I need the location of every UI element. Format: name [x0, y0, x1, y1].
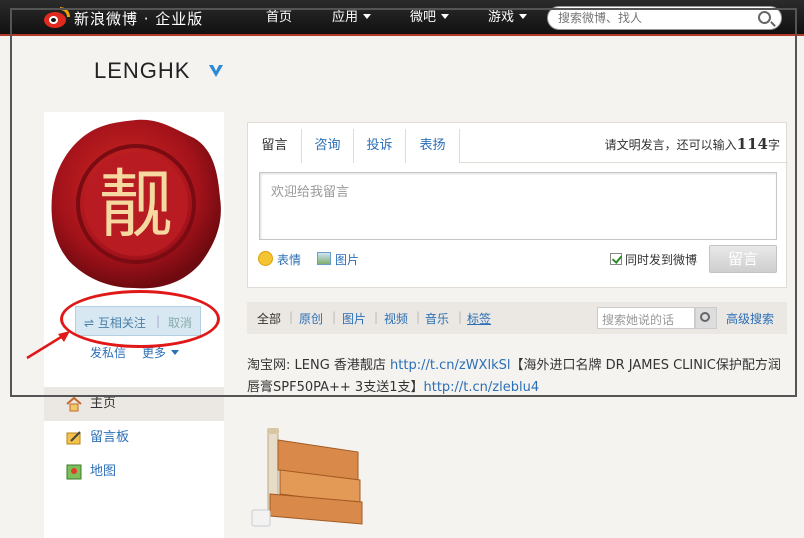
post-text: 淘宝网: LENG 香港靓店	[247, 358, 391, 373]
chevron-down-icon	[519, 14, 528, 19]
unfollow-button[interactable]: 取消	[168, 314, 192, 331]
chevron-down-icon	[363, 14, 372, 19]
feed-search-button[interactable]	[695, 307, 717, 329]
sidebar-item-label: 主页	[90, 396, 117, 411]
divider: |	[416, 310, 421, 324]
nav-games-label: 游戏	[488, 10, 515, 25]
counter-prefix: 请文明发言，还可以输入	[604, 138, 737, 152]
mutual-follow-button[interactable]: ⇌ 互相关注	[84, 314, 146, 331]
avatar-char: 靓	[99, 162, 173, 248]
mutual-follow-label: 互相关注	[97, 316, 146, 330]
top-navigation-bar: 新浪微博 · 企业版 首页 应用 微吧 游戏	[0, 0, 804, 36]
nav-apps[interactable]: 应用	[332, 0, 372, 36]
char-counter: 请文明发言，还可以输入114字	[605, 135, 780, 153]
feed-search-placeholder: 搜索她说的话	[602, 313, 675, 327]
filter-original[interactable]: 原创	[299, 310, 323, 327]
nav-weiba-label: 微吧	[410, 10, 437, 25]
verified-icon	[209, 65, 223, 77]
search-icon[interactable]	[758, 11, 771, 24]
product-image[interactable]	[250, 420, 370, 530]
follow-status-box: ⇌ 互相关注 | 取消	[75, 306, 201, 336]
filter-images[interactable]: 图片	[342, 310, 366, 327]
image-icon[interactable]	[317, 252, 331, 265]
emoji-icon[interactable]	[258, 251, 273, 266]
weibo-logo[interactable]: 新浪微博 · 企业版	[44, 6, 203, 30]
more-menu[interactable]: 更多	[142, 344, 180, 361]
divider: |	[458, 310, 463, 324]
feed-search-input[interactable]: 搜索她说的话	[597, 307, 695, 329]
sidebar-item-home[interactable]: 主页	[44, 387, 224, 421]
filter-tags[interactable]: 标签	[467, 310, 491, 327]
top-search-box	[547, 6, 782, 30]
divider: |	[156, 314, 161, 328]
feed-filter-bar: 全部 | 原创 | 图片 | 视频 | 音乐 | 标签 搜索她说的话 高级搜索	[247, 302, 787, 334]
send-message-link[interactable]: 发私信	[90, 344, 126, 361]
brand-title: 新浪微博 · 企业版	[74, 9, 204, 28]
message-board-icon	[66, 431, 81, 445]
sidebar-item-message-board[interactable]: 留言板	[44, 421, 224, 455]
post-link[interactable]: http://t.cn/zWXlkSl	[390, 358, 510, 373]
message-tabs: 留言 咨询 投诉 表扬 请文明发言，还可以输入114字	[248, 123, 788, 163]
map-icon	[66, 464, 82, 480]
tab-complaint[interactable]: 投诉	[354, 129, 406, 163]
sidebar-item-label: 地图	[90, 464, 117, 479]
emoji-button[interactable]: 表情	[277, 251, 301, 268]
divider: |	[289, 310, 294, 324]
divider: |	[374, 310, 379, 324]
home-icon	[66, 396, 82, 412]
also-post-label: 同时发到微博	[625, 253, 698, 267]
submit-message-button[interactable]: 留言	[709, 245, 777, 273]
image-button[interactable]: 图片	[335, 251, 359, 268]
tab-praise[interactable]: 表扬	[406, 129, 460, 163]
filter-music[interactable]: 音乐	[425, 310, 449, 327]
sidebar-item-label: 留言板	[90, 430, 130, 445]
weibo-eye-icon	[44, 7, 70, 29]
nav-weiba[interactable]: 微吧	[410, 0, 450, 36]
chevron-down-icon	[441, 14, 450, 19]
feed-post: 淘宝网: LENG 香港靓店 http://t.cn/zWXlkSl【海外进口名…	[247, 355, 787, 399]
sidebar-item-map[interactable]: 地图	[44, 455, 224, 489]
message-input[interactable]: 欢迎给我留言	[259, 172, 777, 240]
nav-apps-label: 应用	[332, 10, 359, 25]
tab-message[interactable]: 留言	[248, 129, 302, 163]
message-box: 留言 咨询 投诉 表扬 请文明发言，还可以输入114字 欢迎给我留言 表情 图片…	[247, 122, 788, 288]
profile-username: LENGHK	[94, 58, 191, 83]
advanced-search-link[interactable]: 高级搜索	[726, 310, 774, 327]
post-link[interactable]: http://t.cn/zleblu4	[423, 380, 539, 395]
avatar[interactable]: 靓	[48, 116, 224, 292]
search-icon	[700, 312, 710, 322]
message-placeholder: 欢迎给我留言	[271, 185, 350, 200]
counter-suffix: 字	[767, 138, 780, 152]
divider: |	[332, 310, 337, 324]
tab-inquiry[interactable]: 咨询	[302, 129, 354, 163]
counter-number: 114	[736, 135, 768, 153]
chevron-down-icon	[171, 350, 180, 355]
also-post-checkbox[interactable]	[610, 253, 622, 265]
top-search-input[interactable]	[558, 10, 748, 26]
more-label: 更多	[142, 346, 167, 360]
filter-all[interactable]: 全部	[257, 310, 281, 327]
divider	[460, 162, 788, 163]
filter-video[interactable]: 视频	[384, 310, 408, 327]
nav-home[interactable]: 首页	[266, 0, 292, 36]
nav-games[interactable]: 游戏	[488, 0, 528, 36]
